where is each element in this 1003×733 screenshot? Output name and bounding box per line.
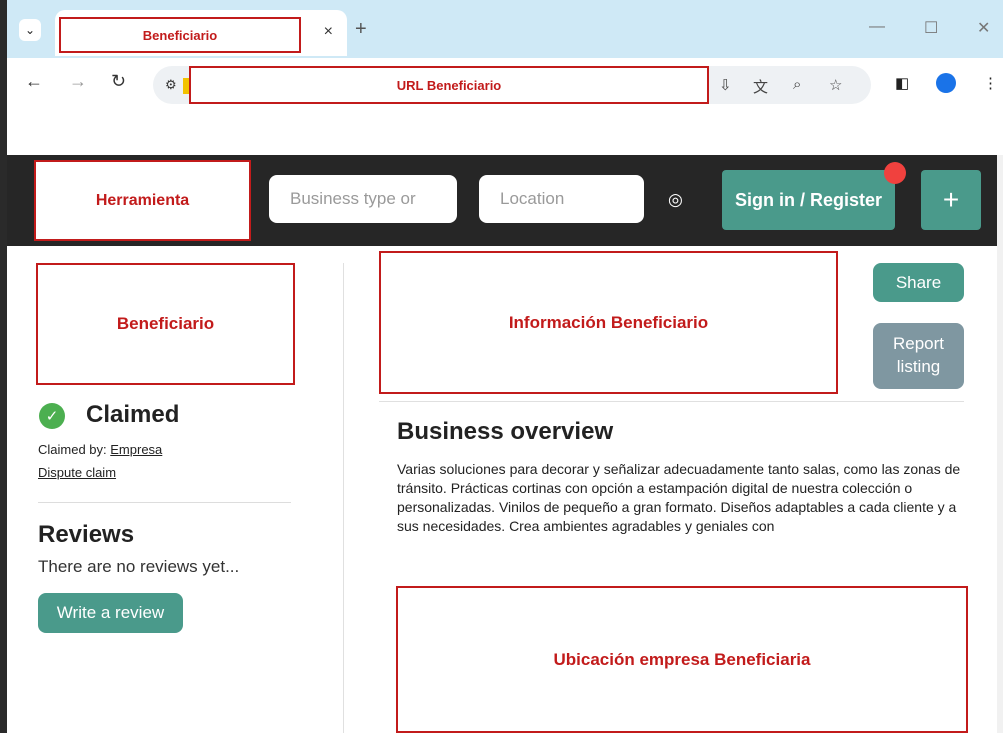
reload-icon[interactable]: ↻ xyxy=(111,71,126,92)
maximize-icon[interactable]: ☐ xyxy=(924,18,938,38)
install-app-icon[interactable]: ⇩ xyxy=(719,76,732,94)
beneficiario-placeholder: Beneficiario xyxy=(36,263,295,385)
profile-icon[interactable] xyxy=(936,73,956,93)
check-circle-icon: ✓ xyxy=(39,403,65,429)
business-search-input[interactable] xyxy=(269,175,457,223)
notification-dot xyxy=(884,162,906,184)
more-vert-icon[interactable]: ⋮ xyxy=(983,74,998,92)
divider xyxy=(38,502,291,503)
overview-text: Varias soluciones para decorar y señaliz… xyxy=(397,461,961,534)
tab-title: Beneficiario xyxy=(59,17,301,53)
share-button[interactable]: Share xyxy=(873,263,964,302)
window-close-icon[interactable]: ✕ xyxy=(977,18,990,38)
tool-placeholder: Herramienta xyxy=(34,160,251,241)
back-arrow-icon[interactable]: ← xyxy=(25,71,43,92)
browser-tab[interactable]: Beneficiario × xyxy=(55,10,347,56)
browser-window: ⌄ Beneficiario × + — ☐ ✕ ← → ↻ ⚙ URL Ben… xyxy=(0,0,1003,733)
address-bar[interactable]: ⚙ URL Beneficiario ⇩ 文 ⌕ ☆ xyxy=(153,66,871,104)
overview-title: Business overview xyxy=(397,418,614,445)
report-label-line1: Report xyxy=(892,334,945,354)
report-label-line2: listing xyxy=(896,357,941,376)
site-header: Herramienta ◎ Sign in / Register + xyxy=(7,155,1003,246)
report-listing-button[interactable]: Report listing xyxy=(873,323,964,389)
side-panel-icon[interactable]: ◧ xyxy=(895,74,909,92)
new-tab-button[interactable]: + xyxy=(355,18,367,41)
sign-in-button[interactable]: Sign in / Register xyxy=(722,170,895,230)
reviews-empty-text: There are no reviews yet... xyxy=(38,557,240,576)
claimed-by: Claimed by: Empresa xyxy=(38,442,162,457)
close-icon[interactable]: × xyxy=(324,23,333,41)
star-icon[interactable]: ☆ xyxy=(829,76,842,94)
add-button[interactable]: + xyxy=(921,170,981,230)
tune-icon[interactable]: ⚙ xyxy=(165,77,177,93)
zoom-icon[interactable]: ⌕ xyxy=(793,76,801,93)
url-text[interactable]: URL Beneficiario xyxy=(189,66,709,104)
window-edge xyxy=(0,0,7,733)
minimize-icon[interactable]: — xyxy=(869,18,885,36)
dispute-claim-link[interactable]: Dispute claim xyxy=(38,465,116,480)
claimed-by-link[interactable]: Empresa xyxy=(110,442,162,457)
location-input[interactable] xyxy=(479,175,644,223)
column-divider xyxy=(343,263,344,733)
chevron-down-icon[interactable]: ⌄ xyxy=(19,19,41,41)
tab-strip: ⌄ Beneficiario × + — ☐ ✕ xyxy=(7,0,1003,58)
claimed-title: Claimed xyxy=(86,401,180,428)
translate-icon[interactable]: 文 xyxy=(753,76,768,97)
globe-icon[interactable]: ◎ xyxy=(668,190,683,210)
browser-toolbar: ← → ↻ ⚙ URL Beneficiario ⇩ 文 ⌕ ☆ ◧ ⋮ xyxy=(7,58,1003,112)
reviews-title: Reviews xyxy=(38,521,135,548)
write-review-button[interactable]: Write a review xyxy=(38,593,183,633)
info-placeholder: Información Beneficiario xyxy=(379,251,838,394)
claimed-by-label: Claimed by: xyxy=(38,442,107,457)
scrollbar[interactable] xyxy=(997,155,1003,733)
location-placeholder: Ubicación empresa Beneficiaria xyxy=(396,586,968,733)
forward-arrow-icon[interactable]: → xyxy=(69,71,87,92)
divider xyxy=(379,401,964,402)
